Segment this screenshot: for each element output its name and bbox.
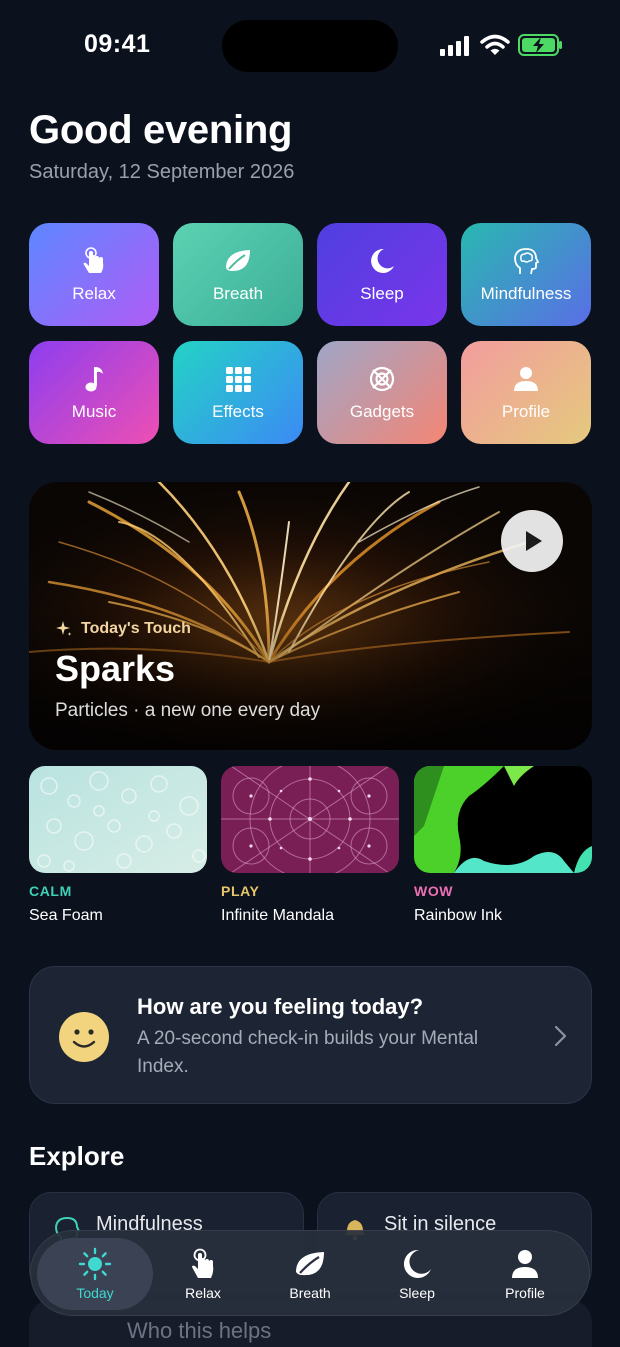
hand-tap-icon: [83, 246, 104, 273]
card-thumbnail: [29, 766, 207, 873]
hero-title: Sparks: [55, 648, 176, 689]
category-profile[interactable]: Profile: [461, 341, 591, 444]
todays-touch-card[interactable]: Today's Touch Sparks Particles · a new o…: [29, 482, 592, 750]
card-thumbnail: [221, 766, 399, 873]
checkin-title: How are you feeling today?: [137, 994, 424, 1019]
card-rainbow-ink[interactable]: WOW Rainbow Ink: [414, 766, 592, 925]
date-label: Saturday, 12 September 2026: [29, 161, 295, 183]
category-label: Breath: [212, 283, 264, 303]
signal-icon: [440, 36, 469, 56]
wifi-icon: [480, 34, 510, 55]
sun-icon: [78, 1247, 112, 1281]
todays-touch-label: Today's Touch: [55, 620, 191, 638]
category-label: Sleep: [360, 283, 404, 303]
category-label: Mindfulness: [480, 283, 572, 303]
tab-label: Sleep: [399, 1285, 435, 1301]
card-name: Sea Foam: [29, 907, 103, 924]
card-tag: CALM: [29, 883, 72, 899]
head-brain-icon: [514, 247, 540, 274]
card-tag: PLAY: [221, 883, 260, 899]
tab-label: Relax: [185, 1285, 221, 1301]
tab-today[interactable]: Today: [37, 1238, 153, 1310]
category-music[interactable]: Music: [29, 341, 159, 444]
category-effects[interactable]: Effects: [173, 341, 303, 444]
tab-label: Today: [76, 1285, 114, 1301]
status-bar: 09:41: [0, 0, 620, 92]
hand-tap-icon: [192, 1248, 214, 1278]
smiley-icon: [59, 1012, 109, 1062]
tab-label: Profile: [505, 1285, 545, 1301]
explore-item-label: Who this helps: [127, 1318, 272, 1343]
category-mindfulness[interactable]: Mindfulness: [461, 223, 591, 326]
card-thumbnail: [414, 766, 592, 873]
battery-charging-icon: [518, 34, 562, 56]
tab-relax[interactable]: Relax: [145, 1238, 261, 1310]
category-gadgets[interactable]: Gadgets: [317, 341, 447, 444]
tab-label: Breath: [289, 1285, 331, 1301]
dynamic-island: [222, 20, 398, 72]
card-name: Infinite Mandala: [221, 907, 334, 924]
leaf-icon: [296, 1252, 324, 1276]
grid-icon: [226, 366, 251, 392]
chevron-right-icon: [554, 1025, 567, 1047]
bottom-tab-bar: Today Relax Breath Sleep Profile: [30, 1230, 590, 1316]
category-label: Gadgets: [349, 401, 415, 421]
moon-icon: [371, 248, 394, 273]
person-icon: [512, 1250, 538, 1278]
person-icon: [514, 366, 538, 391]
category-label: Effects: [212, 401, 264, 421]
moon-icon: [403, 1249, 431, 1278]
category-label: Relax: [72, 283, 116, 303]
tab-breath[interactable]: Breath: [252, 1238, 368, 1310]
category-breath[interactable]: Breath: [173, 223, 303, 326]
tab-sleep[interactable]: Sleep: [359, 1238, 475, 1310]
category-relax[interactable]: Relax: [29, 223, 159, 326]
sparkle-icon: [56, 621, 72, 636]
card-name: Rainbow Ink: [414, 907, 503, 924]
category-grid: Relax Breath Sleep Mindfulness Music Eff…: [29, 223, 592, 445]
eyebrow-text: Today's Touch: [81, 620, 191, 637]
music-note-icon: [85, 366, 103, 391]
card-infinite-mandala[interactable]: PLAY Infinite Mandala: [221, 766, 399, 925]
checkin-text: A 20-second check-in builds your Mental …: [137, 1028, 479, 1077]
category-label: Profile: [501, 401, 551, 421]
category-label: Music: [71, 401, 117, 421]
explore-heading: Explore: [29, 1141, 125, 1171]
sea-foam-image: [29, 766, 207, 873]
greeting-title: Good evening: [29, 108, 293, 152]
play-icon: [526, 531, 542, 551]
orbit-icon: [369, 366, 395, 391]
card-tag: WOW: [414, 883, 454, 899]
mood-checkin-card[interactable]: How are you feeling today? A 20-second c…: [29, 966, 592, 1104]
rainbow-ink-image: [414, 766, 592, 873]
hero-subtitle: Particles · a new one every day: [55, 700, 321, 721]
status-time: 09:41: [84, 30, 151, 58]
tab-profile[interactable]: Profile: [467, 1238, 583, 1310]
mandala-image: [221, 766, 399, 873]
card-sea-foam[interactable]: CALM Sea Foam: [29, 766, 207, 925]
leaf-icon: [226, 249, 250, 271]
play-button[interactable]: [501, 510, 563, 572]
category-sleep[interactable]: Sleep: [317, 223, 447, 326]
